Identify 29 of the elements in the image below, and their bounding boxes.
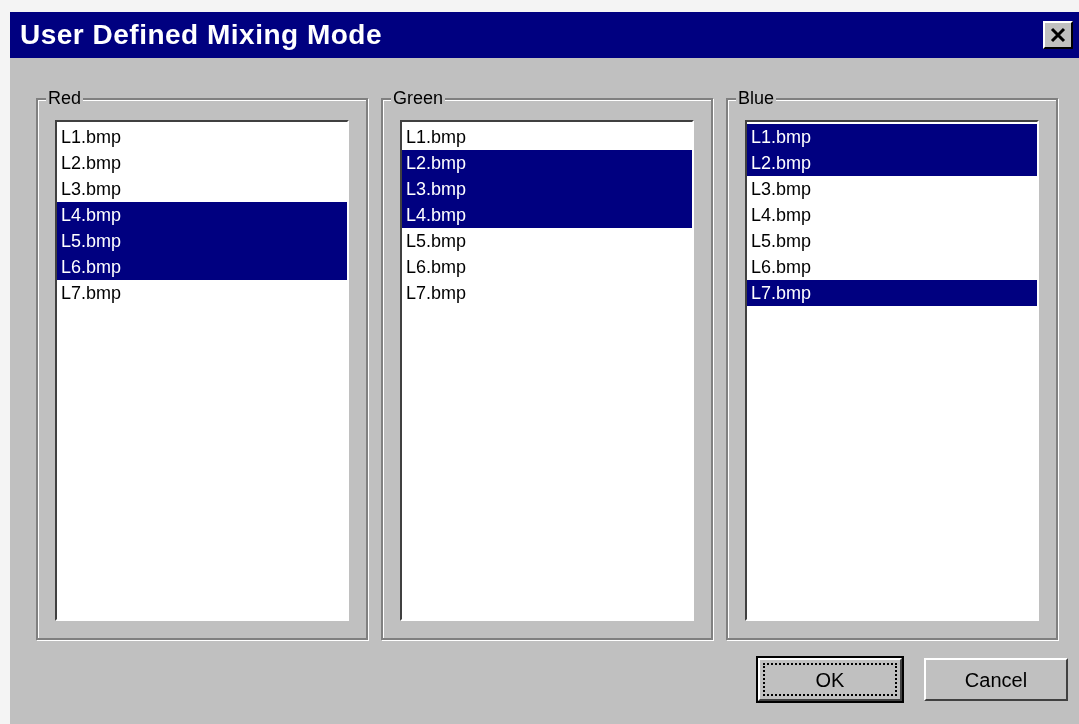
dialog-button[interactable]: Cancel [922, 656, 1070, 703]
list-item[interactable]: L5.bmp [747, 228, 1037, 254]
close-button[interactable] [1043, 21, 1073, 49]
list-item[interactable]: L6.bmp [747, 254, 1037, 280]
list-item[interactable]: L1.bmp [747, 124, 1037, 150]
list-item[interactable]: L2.bmp [747, 150, 1037, 176]
list-item[interactable]: L5.bmp [402, 228, 692, 254]
list-item[interactable]: L2.bmp [402, 150, 692, 176]
file-list[interactable]: L1.bmp L2.bmp L3.bmp L4.bmp L5.bmp L6.bmp L7.bmp [55, 120, 349, 621]
close-icon [1050, 27, 1066, 43]
list-item[interactable]: L4.bmp [402, 202, 692, 228]
window-title: User Defined Mixing Mode [20, 18, 383, 52]
list-item[interactable]: L6.bmp [57, 254, 347, 280]
list-item[interactable]: L1.bmp [57, 124, 347, 150]
list-item[interactable]: L4.bmp [747, 202, 1037, 228]
list-item[interactable]: L1.bmp [402, 124, 692, 150]
list-item[interactable]: L3.bmp [57, 176, 347, 202]
list-item[interactable]: L3.bmp [402, 176, 692, 202]
file-list[interactable]: L1.bmp L2.bmp L3.bmp L4.bmp L5.bmp L6.bmp L7.bmp [400, 120, 694, 621]
list-item[interactable]: L6.bmp [402, 254, 692, 280]
list-item[interactable]: L7.bmp [57, 280, 347, 306]
list-item[interactable]: L7.bmp [747, 280, 1037, 306]
list-item[interactable]: L2.bmp [57, 150, 347, 176]
list-item[interactable]: L4.bmp [57, 202, 347, 228]
dialog-button[interactable]: OK [756, 656, 904, 703]
list-item[interactable]: L7.bmp [402, 280, 692, 306]
file-list[interactable]: L1.bmp L2.bmp L3.bmp L4.bmp L5.bmp L6.bmp L7.bmp [745, 120, 1039, 621]
list-item[interactable]: L5.bmp [57, 228, 347, 254]
list-item[interactable]: L3.bmp [747, 176, 1037, 202]
